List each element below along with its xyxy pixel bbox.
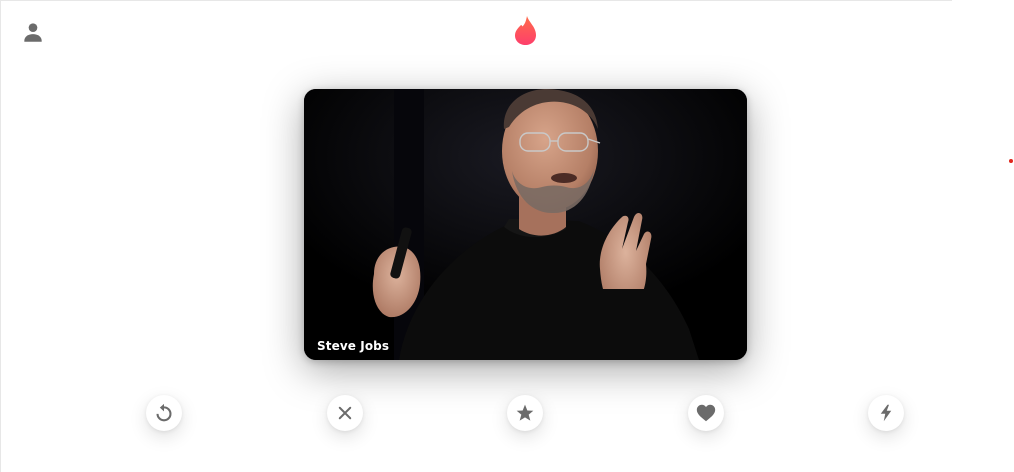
lightning-icon [880, 404, 892, 422]
profile-button[interactable] [20, 19, 46, 45]
like-button[interactable] [688, 395, 724, 431]
app-root: Steve Jobs [0, 0, 1014, 472]
top-header [0, 0, 1014, 64]
app-logo[interactable] [512, 14, 539, 46]
boost-button[interactable] [868, 395, 904, 431]
nope-button[interactable] [327, 395, 363, 431]
rewind-button[interactable] [146, 395, 182, 431]
rewind-icon [156, 403, 172, 422]
window-left-border [0, 0, 1, 472]
profile-card[interactable]: Steve Jobs [304, 89, 747, 360]
star-icon [516, 404, 534, 421]
indicator-dot [1009, 159, 1013, 163]
close-icon [338, 406, 352, 420]
presenter-photo [304, 89, 747, 360]
super-like-button[interactable] [507, 395, 543, 431]
person-icon [24, 23, 42, 42]
heart-icon [696, 404, 716, 422]
flame-icon [515, 16, 536, 45]
profile-name: Steve Jobs [317, 339, 390, 353]
